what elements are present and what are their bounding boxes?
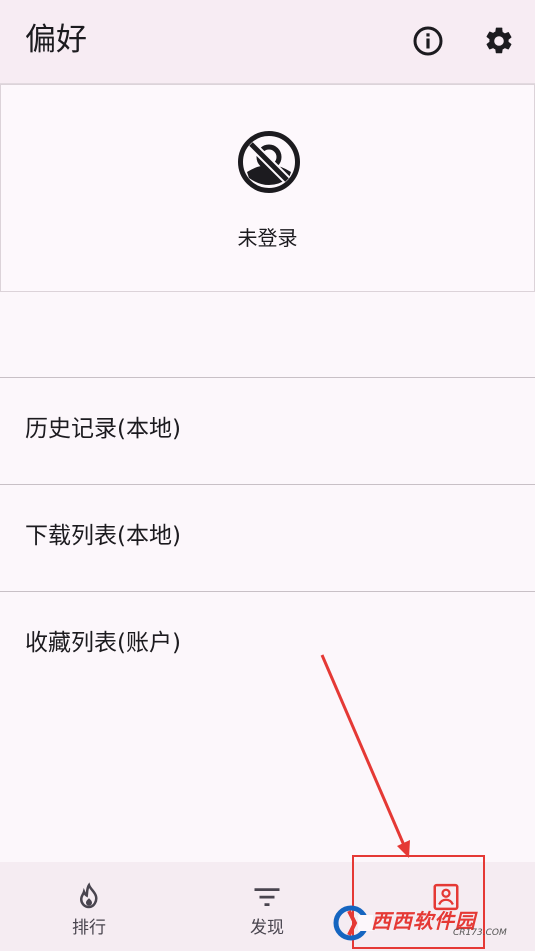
annotation-arrow [320, 654, 410, 858]
watermark-subtext: CR173.COM [453, 928, 507, 938]
watermark-logo-icon [333, 905, 373, 941]
watermark: 西西软件园 CR173.COM [333, 903, 517, 943]
